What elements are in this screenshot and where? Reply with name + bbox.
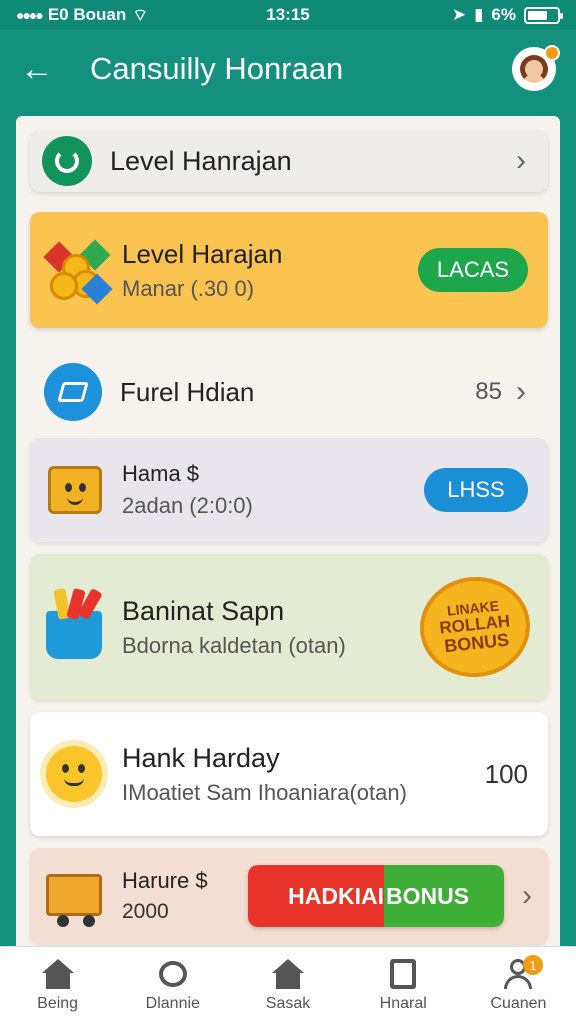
signal-dots-icon: ●●●● bbox=[16, 7, 44, 23]
row-subtitle: Bdorna kaldetan (otan) bbox=[122, 632, 346, 658]
row-title: Level Hanrajan bbox=[110, 145, 292, 176]
bonus-row[interactable]: Baninat Sapn Bdorna kaldetan (otan) LINA… bbox=[30, 554, 548, 700]
row-title: Level Harajan bbox=[122, 238, 283, 269]
row-title: Furel Hdian bbox=[120, 376, 255, 407]
avatar[interactable] bbox=[512, 45, 560, 91]
notification-badge: 1 bbox=[522, 955, 543, 975]
truck-icon bbox=[44, 866, 104, 927]
nav-label: Sasak bbox=[265, 994, 311, 1012]
nav-label: Hnaral bbox=[379, 994, 427, 1012]
reward-row[interactable]: Level Harajan Manar (.30 0) LACAS bbox=[30, 212, 548, 328]
row-title: Hama $ bbox=[122, 461, 200, 486]
home-icon bbox=[41, 958, 74, 989]
avatar-face-icon bbox=[520, 55, 548, 83]
chevron-right-icon: › bbox=[522, 879, 532, 912]
bonus-button[interactable]: HADKIAI BONUS bbox=[248, 865, 504, 927]
document-icon bbox=[387, 958, 419, 989]
nav-item-cuanen[interactable]: Cuanen 1 bbox=[461, 947, 576, 1024]
location-icon: ➤ bbox=[451, 5, 467, 24]
row-subtitle: 2000 bbox=[122, 900, 169, 923]
level-row[interactable]: Level Hanrajan › bbox=[30, 130, 548, 192]
store-icon bbox=[272, 958, 304, 989]
box-row[interactable]: Hama $ 2adan (2:0:0) LHSS bbox=[30, 438, 548, 542]
nav-label: Cuanen bbox=[490, 994, 547, 1012]
status-bar: ●●●● E0 Bouan ⌔ 13:15 ➤ ▮ 6% bbox=[0, 0, 576, 30]
back-button[interactable]: ← bbox=[20, 50, 72, 89]
app-header: ← Cansuilly Honraan bbox=[0, 30, 576, 108]
content-panel: Level Hanrajan › Level Harajan Manar (.3… bbox=[16, 116, 560, 956]
box-character-icon bbox=[44, 460, 104, 520]
refresh-icon bbox=[42, 136, 92, 186]
disc-icon bbox=[157, 959, 189, 989]
row-subtitle: Manar (.30 0) bbox=[122, 275, 255, 301]
bonus-button-left-label: HADKIAI bbox=[248, 865, 384, 927]
nav-item-hnaral[interactable]: Hnaral bbox=[346, 947, 461, 1024]
nav-item-dlannie[interactable]: Dlannie bbox=[115, 947, 230, 1024]
coins-icon bbox=[43, 239, 113, 305]
row-value: 100 bbox=[484, 758, 528, 789]
row-title: Harure $ bbox=[122, 868, 208, 893]
bonus-badge[interactable]: LINAKE ROLLAH BONUS bbox=[415, 571, 535, 683]
delivery-row[interactable]: Harure $ 2000 HADKIAI BONUS › bbox=[30, 848, 548, 944]
nav-item-sasak[interactable]: Sasak bbox=[230, 947, 345, 1024]
bucket-icon bbox=[44, 587, 104, 659]
row-title: Hank Harday bbox=[122, 742, 280, 773]
battery-icon bbox=[524, 6, 563, 24]
fuel-row[interactable]: Furel Hdian 85 › bbox=[30, 344, 548, 440]
signal-icon: ▮ bbox=[474, 5, 484, 24]
notification-dot bbox=[544, 45, 560, 61]
carrier-label: E0 Bouan bbox=[47, 5, 127, 24]
paper-plane-icon bbox=[44, 363, 102, 421]
row-value: 85 bbox=[475, 378, 502, 405]
bonus-button-right-label: BONUS bbox=[384, 865, 504, 927]
battery-label: 6% bbox=[491, 5, 516, 24]
status-time: 13:15 bbox=[266, 5, 310, 24]
page-title: Cansuilly Honraan bbox=[90, 51, 344, 86]
nav-label: Being bbox=[37, 994, 79, 1012]
row-subtitle: IMoatiet Sam Ihoaniara(otan) bbox=[122, 779, 407, 805]
nav-item-being[interactable]: Being bbox=[0, 947, 115, 1024]
action-button[interactable]: LHSS bbox=[424, 468, 528, 512]
claim-button[interactable]: LACAS bbox=[418, 248, 528, 292]
row-subtitle: 2adan (2:0:0) bbox=[122, 493, 253, 518]
nav-label: Dlannie bbox=[145, 994, 200, 1012]
bottom-nav: Being Dlannie Sasak Hnaral Cuanen 1 bbox=[0, 946, 576, 1024]
chevron-right-icon: › bbox=[516, 144, 526, 177]
row-title: Baninat Sapn bbox=[122, 595, 285, 626]
wifi-icon: ⌔ bbox=[132, 5, 149, 25]
sun-character-icon bbox=[44, 744, 104, 804]
daily-row[interactable]: Hank Harday IMoatiet Sam Ihoaniara(otan)… bbox=[30, 712, 548, 836]
chevron-right-icon: › bbox=[516, 375, 526, 408]
